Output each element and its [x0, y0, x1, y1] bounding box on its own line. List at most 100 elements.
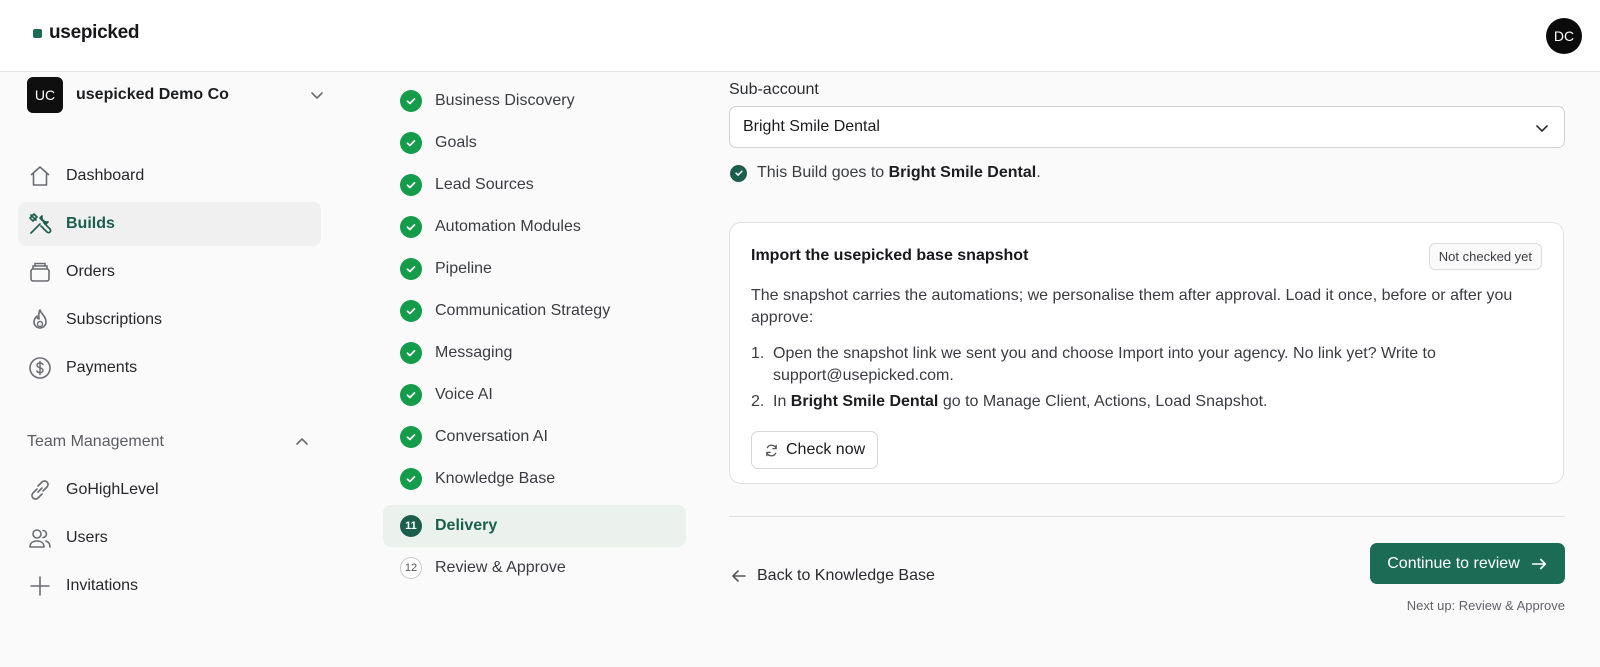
check-circle-icon: [400, 300, 422, 322]
step-goals[interactable]: Goals: [391, 122, 694, 164]
step-conversation-ai[interactable]: Conversation AI: [391, 416, 694, 458]
subaccount-label: Sub-account: [729, 81, 819, 98]
check-circle-icon: [400, 468, 422, 490]
confirmation-suffix: .: [1036, 164, 1041, 181]
sidebar-item-users[interactable]: Users: [18, 516, 321, 560]
org-name: usepicked Demo Co: [76, 86, 229, 103]
step-delivery[interactable]: 11 Delivery: [383, 505, 686, 547]
sidebar-item-builds[interactable]: Builds: [18, 202, 321, 246]
sidebar-item-label: Users: [66, 529, 108, 546]
tools-icon: [26, 210, 54, 238]
subaccount-select[interactable]: Bright Smile Dental: [729, 106, 1565, 148]
orders-icon: [26, 258, 54, 286]
sidebar-item-label: Orders: [66, 263, 115, 280]
sidebar-item-label: Builds: [66, 215, 115, 232]
step-pipeline[interactable]: Pipeline: [391, 248, 694, 290]
org-avatar: UC: [27, 77, 63, 113]
chevron-down-icon: [311, 92, 323, 99]
list-number: 1.: [751, 345, 765, 362]
step-business-discovery[interactable]: Business Discovery: [391, 80, 694, 122]
sidebar-item-label: Payments: [66, 359, 138, 376]
check-now-label: Check now: [786, 441, 866, 458]
step-lead-sources[interactable]: Lead Sources: [391, 164, 694, 206]
divider: [729, 516, 1565, 517]
step-communication-strategy[interactable]: Communication Strategy: [391, 290, 694, 332]
back-button[interactable]: Back to Knowledge Base: [729, 566, 935, 586]
step-automation-modules[interactable]: Automation Modules: [391, 206, 694, 248]
step-label: Communication Strategy: [435, 302, 611, 319]
sidebar: UC usepicked Demo Co Dashboard Builds Or…: [0, 72, 340, 667]
list-text: Open the snapshot link we sent you and c…: [773, 345, 1436, 384]
sidebar-item-gohighlevel[interactable]: GoHighLevel: [18, 468, 321, 512]
sidebar-item-orders[interactable]: Orders: [18, 250, 321, 294]
check-circle-icon: [400, 384, 422, 406]
confirmation-prefix: This Build goes to: [757, 164, 889, 181]
user-avatar[interactable]: DC: [1546, 18, 1582, 54]
snapshot-card-title: Import the usepicked base snapshot: [751, 247, 1029, 264]
chevron-up-icon: [296, 438, 308, 445]
sidebar-item-dashboard[interactable]: Dashboard: [18, 154, 321, 198]
top-bar: usepicked DC: [0, 0, 1600, 72]
org-switcher[interactable]: UC usepicked Demo Co: [27, 77, 327, 113]
check-circle-icon: [730, 164, 747, 182]
step-number: 11: [400, 515, 422, 537]
list-item: 2. In Bright Smile Dental go to Manage C…: [751, 391, 1551, 413]
step-number: 12: [400, 557, 422, 579]
check-circle-icon: [400, 90, 422, 112]
list-text-suffix: go to Manage Client, Actions, Load Snaps…: [938, 393, 1268, 410]
check-circle-icon: [400, 174, 422, 196]
arrow-left-icon: [732, 570, 746, 582]
status-badge: Not checked yet: [1428, 243, 1542, 270]
refresh-icon: [766, 444, 777, 456]
step-voice-ai[interactable]: Voice AI: [391, 374, 694, 416]
check-circle-icon: [400, 132, 422, 154]
step-label: Goals: [435, 134, 477, 151]
step-label: Automation Modules: [435, 218, 581, 235]
step-label: Voice AI: [435, 386, 493, 403]
sidebar-item-invitations[interactable]: Invitations: [18, 564, 321, 608]
check-circle-icon: [400, 216, 422, 238]
next-up-hint: Next up: Review & Approve: [1406, 598, 1565, 613]
sidebar-item-label: GoHighLevel: [66, 481, 159, 498]
subaccount-value: Bright Smile Dental: [743, 118, 880, 135]
confirmation-name: Bright Smile Dental: [888, 164, 1037, 181]
back-label: Back to Knowledge Base: [757, 567, 935, 584]
link-icon: [26, 476, 54, 504]
step-label: Delivery: [435, 517, 498, 534]
check-now-button[interactable]: Check now: [751, 431, 879, 469]
check-circle-icon: [400, 426, 422, 448]
step-messaging[interactable]: Messaging: [391, 332, 694, 374]
snapshot-steps: 1. Open the snapshot link we sent you an…: [751, 343, 1551, 417]
dollar-icon: [26, 354, 54, 382]
step-label: Review & Approve: [435, 559, 566, 576]
arrow-right-icon: [1531, 558, 1546, 569]
step-label: Business Discovery: [435, 92, 575, 109]
step-label: Pipeline: [435, 260, 492, 277]
snapshot-description: The snapshot carries the automations; we…: [751, 287, 1513, 326]
logo[interactable]: usepicked: [33, 22, 140, 44]
snapshot-card: Import the usepicked base snapshot Not c…: [729, 222, 1564, 484]
logo-text: usepicked: [49, 22, 140, 43]
check-circle-icon: [400, 258, 422, 280]
sidebar-item-label: Invitations: [66, 577, 139, 594]
plus-icon: [26, 572, 54, 600]
logo-mark-icon: [33, 28, 42, 38]
step-review-approve[interactable]: 12 Review & Approve: [391, 547, 694, 589]
list-text: In Bright Smile Dental go to Manage Clie…: [773, 391, 1267, 413]
sidebar-item-payments[interactable]: Payments: [18, 346, 321, 390]
step-label: Lead Sources: [435, 176, 534, 193]
sidebar-item-subscriptions[interactable]: Subscriptions: [18, 298, 321, 342]
step-label: Knowledge Base: [435, 470, 556, 487]
list-item: 1. Open the snapshot link we sent you an…: [751, 343, 1551, 387]
step-label: Messaging: [435, 344, 513, 361]
team-management-toggle[interactable]: Team Management: [27, 428, 312, 456]
check-circle-icon: [400, 342, 422, 364]
continue-label: Continue to review: [1387, 554, 1520, 572]
list-text-prefix: In: [773, 393, 791, 410]
continue-button[interactable]: Continue to review: [1370, 543, 1565, 584]
chevron-down-icon: [1536, 125, 1548, 132]
flame-icon: [26, 306, 54, 334]
step-knowledge-base[interactable]: Knowledge Base: [391, 458, 694, 500]
sidebar-item-label: Subscriptions: [66, 311, 163, 328]
team-management-title: Team Management: [27, 433, 164, 450]
